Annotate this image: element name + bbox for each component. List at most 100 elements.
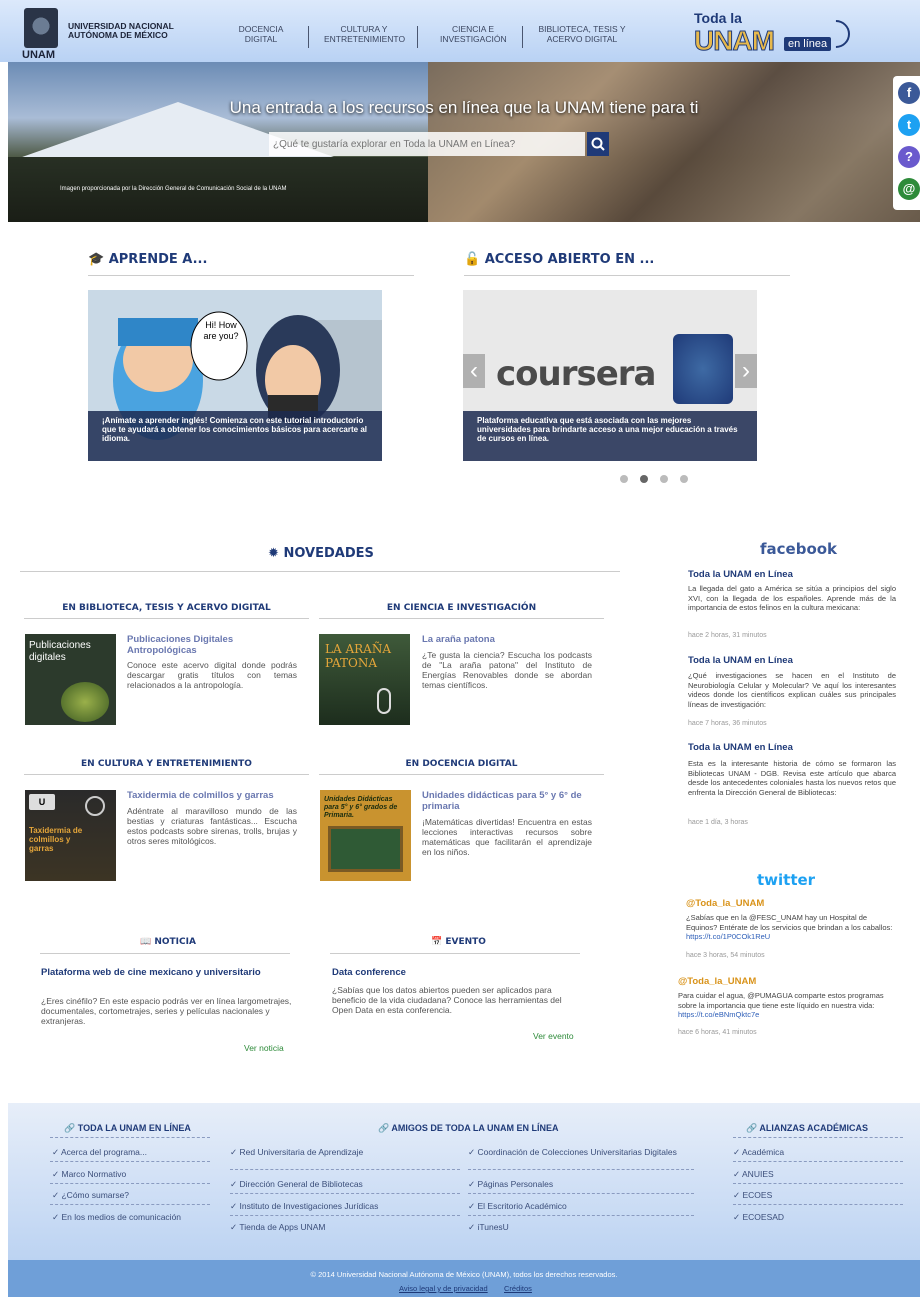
divider [464, 275, 790, 276]
item-title[interactable]: Unidades didácticas para 5° y 6° de prim… [422, 790, 592, 812]
headphones-icon [85, 796, 105, 816]
nav-cultura[interactable]: CULTURA Y ENTRETENIMIENTO [324, 24, 405, 44]
footer-link[interactable]: ✓ Acerca del programa... [52, 1147, 147, 1157]
footer-link[interactable]: ✓ iTunesU [468, 1222, 509, 1232]
carousel-dot-2[interactable] [640, 475, 648, 483]
thumb-taxidermia[interactable]: U Taxidermia de colmillos y garras [25, 790, 116, 881]
nav-docencia[interactable]: DOCENCIA DIGITAL [236, 24, 286, 44]
fb-post-author[interactable]: Toda la UNAM en Línea [688, 569, 793, 580]
search-box [269, 132, 609, 156]
mask-image [61, 682, 109, 722]
nav-biblioteca[interactable]: BIBLIOTECA, TESIS Y ACERVO DIGITAL [538, 24, 626, 44]
category-ciencia: EN CIENCIA E INVESTIGACIÓN [386, 603, 537, 613]
search-button[interactable] [587, 132, 609, 156]
footer-link-text: ANUIES [742, 1169, 774, 1179]
footer-link[interactable]: ✓ Red Universitaria de Aprendizaje [230, 1147, 363, 1157]
item-title[interactable]: La araña patona [422, 634, 592, 645]
footer-link[interactable]: ✓ ANUIES [733, 1169, 774, 1179]
footer-link[interactable]: ✓ Páginas Personales [468, 1179, 553, 1189]
footer-link[interactable]: ✓ Académica [733, 1147, 784, 1157]
divider [230, 1215, 460, 1216]
padlock-icon: 🔓 [464, 252, 481, 267]
novedades-heading-text: NOVEDADES [283, 546, 374, 561]
aprende-card[interactable]: Hi! How are you? ¡Anímate a aprender ing… [88, 290, 382, 461]
footer-link[interactable]: ✓ ECOESAD [733, 1212, 784, 1222]
speech-bubble: Hi! How are you? [203, 320, 239, 341]
unam-logo[interactable]: UNAM UNIVERSIDAD NACIONAL AUTÓNOMA DE MÉ… [22, 6, 182, 61]
footer-link[interactable]: ✓ El Escritorio Académico [468, 1201, 567, 1211]
carousel-dot-1[interactable] [620, 475, 628, 483]
footer-link[interactable]: ✓ ECOES [733, 1190, 772, 1200]
image-credit: Imagen proporcionada por la Dirección Ge… [60, 186, 287, 192]
footer-link[interactable]: ✓ Dirección General de Bibliotecas [230, 1179, 363, 1189]
search-input[interactable] [269, 132, 585, 156]
item-title[interactable]: Taxidermia de colmillos y garras [127, 790, 297, 801]
footer-link[interactable]: ✓ ¿Cómo sumarse? [52, 1190, 129, 1200]
thumb-unidades[interactable]: Unidades Didácticas para 5° y 6° grados … [320, 790, 411, 881]
brand-line1: Toda la [694, 10, 742, 26]
tweet-link[interactable]: https://t.co/1P0COk1ReU [686, 932, 770, 941]
chalkboard-image [328, 826, 403, 872]
privacy-link[interactable]: Aviso legal y de privacidad [399, 1284, 488, 1293]
tweet-link[interactable]: https://t.co/eBNmQktc7e [678, 1010, 759, 1019]
tweet-text: ¿Sabías que en la @FESC_UNAM hay un Hosp… [686, 913, 896, 942]
footer-heading-text: TODA LA UNAM EN LÍNEA [77, 1123, 191, 1133]
link-icon: 🔗 [378, 1123, 390, 1133]
toda-la-unam-logo[interactable]: Toda la UNAM en línea [694, 10, 856, 57]
footer-col1-heading: 🔗 TODA LA UNAM EN LÍNEA [64, 1123, 191, 1134]
mail-icon[interactable]: @ [898, 178, 920, 200]
facebook-icon[interactable]: f [898, 82, 920, 104]
footer-link-text: Coordinación de Colecciones Universitari… [477, 1147, 677, 1157]
category-docencia: EN DOCENCIA DIGITAL [405, 759, 518, 769]
ver-noticia-link[interactable]: Ver noticia [244, 1043, 284, 1053]
footer-link[interactable]: ✓ En los medios de comunicación [52, 1212, 181, 1222]
nav-ciencia[interactable]: CIENCIA E INVESTIGACIÓN [440, 24, 507, 44]
thumb-publicaciones[interactable]: Publicaciones digitales [25, 634, 116, 725]
fb-post-text: La llegada del gato a América se sitúa a… [688, 584, 896, 612]
thumb-text: Taxidermia de colmillos y garras [29, 826, 83, 853]
noticia-title[interactable]: Plataforma web de cine mexicano y univer… [41, 967, 271, 978]
footer-link[interactable]: ✓ Coordinación de Colecciones Universita… [468, 1147, 678, 1157]
fb-post-author[interactable]: Toda la UNAM en Línea [688, 742, 793, 753]
divider [733, 1204, 903, 1205]
tweet-handle[interactable]: @Toda_la_UNAM [678, 976, 756, 987]
divider [24, 618, 309, 619]
twitter-icon[interactable]: t [898, 114, 920, 136]
item-title[interactable]: Publicaciones Digitales Antropológicas [127, 634, 297, 656]
fb-post-text: Esta es la interesante historia de cómo … [688, 759, 896, 797]
fb-post-author[interactable]: Toda la UNAM en Línea [688, 655, 793, 666]
calendar-icon: 📅 [431, 937, 443, 947]
acceso-card[interactable]: coursera ‹ › Plataforma educativa que es… [463, 290, 757, 461]
footer-link-text: En los medios de comunicación [61, 1212, 182, 1222]
footer-link-text: Acerca del programa... [61, 1147, 147, 1157]
thumb-text: Publicaciones digitales [29, 640, 91, 663]
book-icon: 📖 [140, 937, 152, 947]
radio-unam-logo: U [29, 794, 55, 810]
tweet-handle[interactable]: @Toda_la_UNAM [686, 898, 764, 909]
divider [50, 1183, 210, 1184]
thumb-text: LA ARAÑA PATONA [325, 642, 391, 670]
footer-link[interactable]: ✓ Tienda de Apps UNAM [230, 1222, 326, 1232]
credits-link[interactable]: Créditos [504, 1284, 532, 1293]
thumb-arana[interactable]: LA ARAÑA PATONA [319, 634, 410, 725]
contact-icon[interactable]: ? [898, 146, 920, 168]
tweet-body: Para cuidar el agua, @PUMAGUA comparte e… [678, 991, 884, 1010]
divider [230, 1193, 460, 1194]
footer-link[interactable]: ✓ Instituto de Investigaciones Jurídicas [230, 1201, 378, 1211]
unam-short-label: UNAM [22, 49, 55, 61]
footer-link[interactable]: ✓ Marco Normativo [52, 1169, 126, 1179]
item-desc: Conoce este acervo digital donde podrás … [127, 660, 297, 690]
carousel-dot-3[interactable] [660, 475, 668, 483]
microphone-icon [377, 688, 391, 714]
fb-post-time: hace 1 día, 3 horas [688, 819, 748, 826]
item-desc: Adéntrate al maravilloso mundo de las be… [127, 806, 297, 846]
carousel-dot-4[interactable] [680, 475, 688, 483]
noticia-heading-text: NOTICIA [154, 937, 196, 947]
twitter-logo[interactable]: twitter [757, 871, 815, 889]
university-name: UNIVERSIDAD NACIONAL AUTÓNOMA DE MÉXICO [68, 21, 174, 40]
carousel-next-icon[interactable]: › [735, 354, 757, 388]
evento-title[interactable]: Data conference [332, 967, 562, 978]
carousel-prev-icon[interactable]: ‹ [463, 354, 485, 388]
ver-evento-link[interactable]: Ver evento [533, 1031, 574, 1041]
facebook-logo[interactable]: facebook [760, 540, 837, 558]
